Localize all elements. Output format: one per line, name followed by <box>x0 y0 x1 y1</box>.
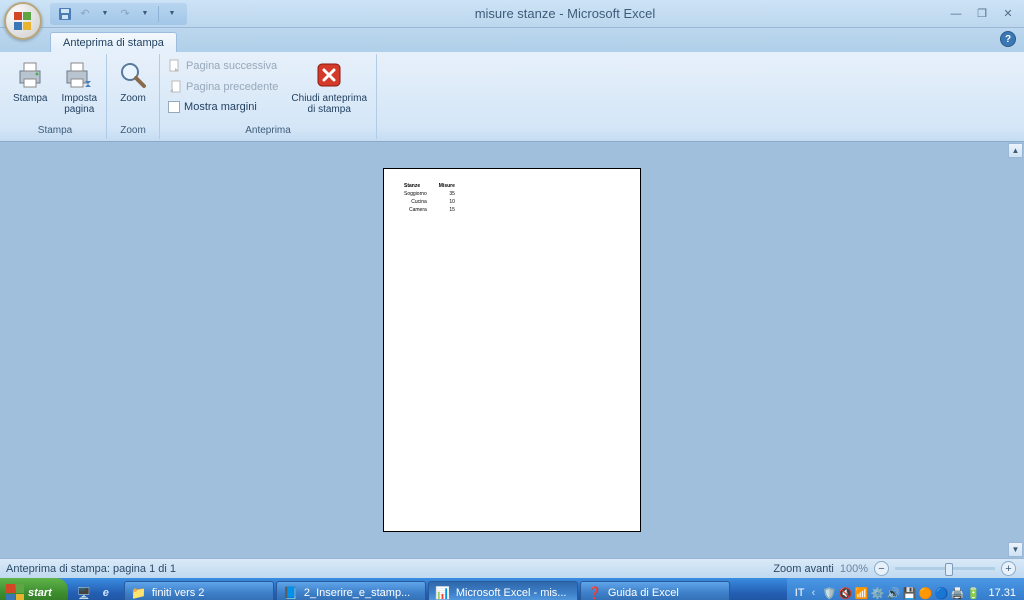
show-margins-label: Mostra margini <box>184 101 257 113</box>
taskbar-item[interactable]: 📘 2_Inserire_e_stamp... <box>276 581 426 600</box>
zoom-out-button[interactable]: − <box>874 561 889 576</box>
printer-icon <box>14 59 46 91</box>
tray-app3-icon[interactable]: 🔊 <box>886 586 900 600</box>
tray-app2-icon[interactable]: ⚙️ <box>870 586 884 600</box>
page-setup-label: Imposta pagina <box>61 93 97 115</box>
clock[interactable]: 17.31 <box>982 587 1016 599</box>
task-label: Guida di Excel <box>608 587 679 599</box>
zoom-button[interactable]: Zoom <box>111 56 155 107</box>
help-icon[interactable]: ? <box>1000 31 1016 47</box>
zoom-slider[interactable] <box>895 567 995 570</box>
zoom-label: Zoom <box>120 93 146 104</box>
tray-app6-icon[interactable]: 🔵 <box>934 586 948 600</box>
magnifier-icon <box>117 59 149 91</box>
page-preview: StanzeMisureSoggiorno35Cucina10Camera15 <box>383 168 641 532</box>
zoom-in-button[interactable]: + <box>1001 561 1016 576</box>
close-preview-label: Chiudi anteprima di stampa <box>291 93 367 115</box>
restore-button[interactable]: ❐ <box>969 5 995 22</box>
qat-customize-icon[interactable]: ▼ <box>163 5 181 23</box>
tray-network-icon[interactable]: 🔇 <box>838 586 852 600</box>
scroll-down-button[interactable]: ▼ <box>1008 542 1023 557</box>
next-page-icon <box>168 59 182 73</box>
page-setup-button[interactable]: Imposta pagina <box>56 56 102 118</box>
tray-battery-icon[interactable]: 🔋 <box>966 586 980 600</box>
zoom-mode-label[interactable]: Zoom avanti <box>773 563 834 575</box>
ql-ie-icon[interactable]: e <box>96 582 116 600</box>
undo-icon[interactable]: ↶ <box>76 5 94 23</box>
close-preview-icon <box>313 59 345 91</box>
print-label: Stampa <box>13 93 47 104</box>
tray-app5-icon[interactable]: 🟠 <box>918 586 932 600</box>
show-margins-checkbox[interactable]: Mostra margini <box>164 98 282 116</box>
window-title: misure stanze - Microsoft Excel <box>187 6 943 21</box>
tray-expand-icon[interactable]: ‹ <box>806 586 820 600</box>
preview-workspace[interactable]: ▲ StanzeMisureSoggiorno35Cucina10Camera1… <box>0 142 1024 558</box>
prev-page-label: Pagina precedente <box>186 81 278 93</box>
scroll-up-button[interactable]: ▲ <box>1008 143 1023 158</box>
status-text: Anteprima di stampa: pagina 1 di 1 <box>0 563 773 575</box>
next-page-label: Pagina successiva <box>186 60 277 72</box>
page-setup-icon <box>63 59 95 91</box>
group-label-stampa: Stampa <box>8 124 102 137</box>
minimize-button[interactable]: ― <box>943 5 969 22</box>
save-icon[interactable] <box>56 5 74 23</box>
task-icon: 📊 <box>435 585 451 600</box>
task-icon: 📘 <box>283 585 299 600</box>
tray-app1-icon[interactable]: 📶 <box>854 586 868 600</box>
taskbar-item[interactable]: 📊 Microsoft Excel - mis... <box>428 581 578 600</box>
task-icon: ❓ <box>587 585 603 600</box>
ql-desktop-icon[interactable]: 🖥️ <box>74 582 94 600</box>
windows-logo-icon <box>6 584 24 600</box>
undo-dropdown-icon[interactable]: ▼ <box>96 5 114 23</box>
tray-app7-icon[interactable]: 🖨️ <box>950 586 964 600</box>
redo-icon[interactable]: ↷ <box>116 5 134 23</box>
redo-dropdown-icon[interactable]: ▼ <box>136 5 154 23</box>
taskbar-item[interactable]: 📁 finiti vers 2 <box>124 581 274 600</box>
group-label-zoom: Zoom <box>111 124 155 137</box>
language-indicator[interactable]: IT <box>795 587 805 599</box>
start-button[interactable]: start <box>0 578 68 600</box>
tray-app4-icon[interactable]: 💾 <box>902 586 916 600</box>
prev-page-icon <box>168 80 182 94</box>
task-label: 2_Inserire_e_stamp... <box>304 587 410 599</box>
next-page-button: Pagina successiva <box>164 56 282 76</box>
task-label: Microsoft Excel - mis... <box>456 587 567 599</box>
task-label: finiti vers 2 <box>152 587 205 599</box>
tray-shield-icon[interactable]: 🛡️ <box>822 586 836 600</box>
print-button[interactable]: Stampa <box>8 56 52 107</box>
office-button[interactable] <box>4 2 42 40</box>
tab-print-preview[interactable]: Anteprima di stampa <box>50 32 177 52</box>
checkbox-icon <box>168 101 180 113</box>
quick-access-toolbar: ↶ ▼ ↷ ▼ ▼ <box>50 3 187 25</box>
zoom-percent: 100% <box>840 563 868 575</box>
close-button[interactable]: ✕ <box>995 5 1021 22</box>
prev-page-button: Pagina precedente <box>164 77 282 97</box>
group-label-anteprima: Anteprima <box>164 124 372 137</box>
taskbar-item[interactable]: ❓ Guida di Excel <box>580 581 730 600</box>
start-label: start <box>28 587 52 599</box>
task-icon: 📁 <box>131 585 147 600</box>
close-preview-button[interactable]: Chiudi anteprima di stampa <box>286 56 372 118</box>
